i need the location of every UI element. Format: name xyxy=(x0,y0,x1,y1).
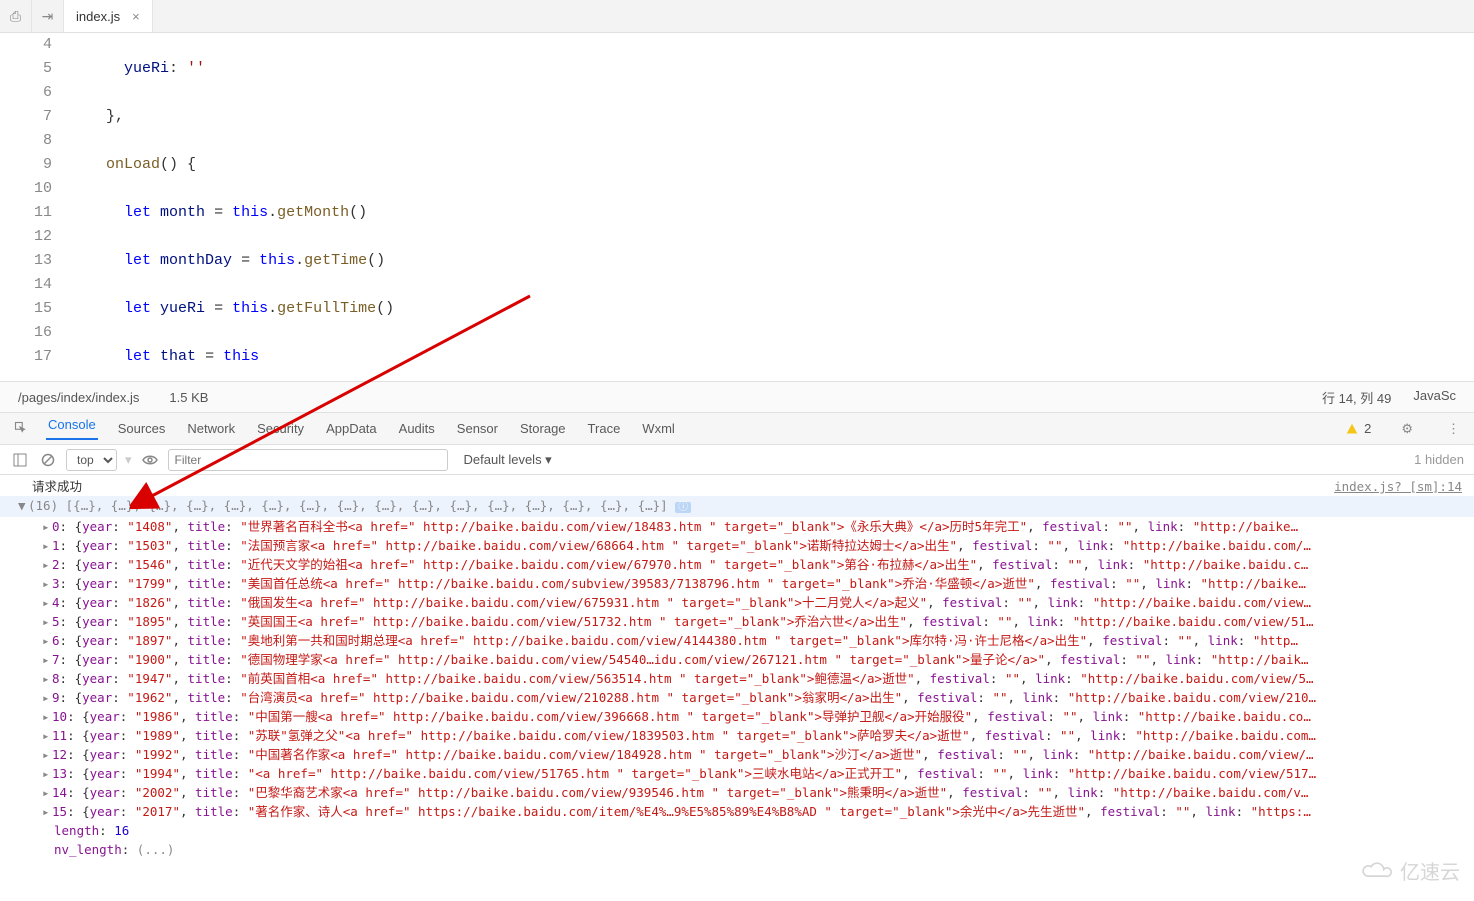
console-source-link[interactable]: index.js? [sm]:14 xyxy=(1334,477,1462,496)
live-expression-icon[interactable] xyxy=(140,450,160,470)
levels-select[interactable]: Default levels ▾ xyxy=(464,452,552,468)
code-content[interactable]: yueRi: '' }, onLoad() { let month = this… xyxy=(70,33,1474,381)
close-icon[interactable]: × xyxy=(132,9,140,24)
console-array-item[interactable]: ▸15: {year: "2017", title: "著名作家、诗人<a hr… xyxy=(0,802,1474,821)
console-array-header[interactable]: ▼(16) [{…}, {…}, {…}, {…}, {…}, {…}, {…}… xyxy=(0,496,1474,517)
console-array-item[interactable]: ▸1: {year: "1503", title: "法国预言家<a href=… xyxy=(0,536,1474,555)
console-array-item[interactable]: ▸6: {year: "1897", title: "奥地利第一共和国时期总理<… xyxy=(0,631,1474,650)
console-length: length: 16 xyxy=(0,821,1474,840)
console-toolbar: top ▾ Default levels ▾ 1 hidden xyxy=(0,445,1474,475)
filter-input[interactable] xyxy=(168,449,448,471)
editor-status-bar: /pages/index/index.js 1.5 KB 行 14, 列 49 … xyxy=(0,381,1474,413)
file-tab-title: index.js xyxy=(76,9,120,24)
warning-count[interactable]: 2 xyxy=(1346,421,1373,436)
console-array-item[interactable]: ▸7: {year: "1900", title: "德国物理学家<a href… xyxy=(0,650,1474,669)
console-output[interactable]: index.js? [sm]:14 请求成功 ▼(16) [{…}, {…}, … xyxy=(0,475,1474,901)
tab-forward-icon[interactable]: ⇥ xyxy=(32,0,64,32)
tab-console[interactable]: Console xyxy=(46,417,98,440)
console-array-item[interactable]: ▸8: {year: "1947", title: "前英国首相<a href=… xyxy=(0,669,1474,688)
console-log-line: index.js? [sm]:14 请求成功 xyxy=(0,477,1474,496)
console-array-item[interactable]: ▸0: {year: "1408", title: "世界著名百科全书<a hr… xyxy=(0,517,1474,536)
console-array-item[interactable]: ▸4: {year: "1826", title: "俄国发生<a href="… xyxy=(0,593,1474,612)
file-path: /pages/index/index.js xyxy=(18,390,139,405)
settings-icon[interactable]: ⚙ xyxy=(1399,421,1415,437)
panel-hide-icon[interactable]: ⎙ xyxy=(0,0,32,32)
console-array-item[interactable]: ▸12: {year: "1992", title: "中国著名作家<a hre… xyxy=(0,745,1474,764)
element-picker-icon[interactable] xyxy=(12,421,28,436)
console-array-item[interactable]: ▸14: {year: "2002", title: "巴黎华裔艺术家<a hr… xyxy=(0,783,1474,802)
tab-sensor[interactable]: Sensor xyxy=(455,421,500,436)
console-array-item[interactable]: ▸9: {year: "1962", title: "台湾演员<a href="… xyxy=(0,688,1474,707)
clear-console-icon[interactable] xyxy=(38,450,58,470)
tab-audits[interactable]: Audits xyxy=(397,421,437,436)
language-mode: JavaSc xyxy=(1413,388,1456,407)
console-array-item[interactable]: ▸2: {year: "1546", title: "近代天文学的始祖<a hr… xyxy=(0,555,1474,574)
tab-sources[interactable]: Sources xyxy=(116,421,168,436)
tab-storage[interactable]: Storage xyxy=(518,421,568,436)
toggle-sidebar-icon[interactable] xyxy=(10,450,30,470)
file-tab-bar: ⎙ ⇥ index.js × xyxy=(0,0,1474,33)
console-array-item[interactable]: ▸5: {year: "1895", title: "英国国王<a href="… xyxy=(0,612,1474,631)
file-size: 1.5 KB xyxy=(169,390,208,405)
tab-security[interactable]: Security xyxy=(255,421,306,436)
cursor-position: 行 14, 列 49 xyxy=(1322,388,1391,407)
devtools-tab-bar: Console Sources Network Security AppData… xyxy=(0,413,1474,445)
watermark: 亿速云 xyxy=(1360,856,1460,885)
console-array-item[interactable]: ▸10: {year: "1986", title: "中国第一艘<a href… xyxy=(0,707,1474,726)
hidden-count: 1 hidden xyxy=(1414,452,1464,467)
console-array-item[interactable]: ▸13: {year: "1994", title: "<a href=" ht… xyxy=(0,764,1474,783)
tab-network[interactable]: Network xyxy=(185,421,237,436)
line-gutter: 45678910 11121314151617 xyxy=(0,33,70,381)
tab-wxml[interactable]: Wxml xyxy=(640,421,677,436)
file-tab-indexjs[interactable]: index.js × xyxy=(64,0,153,32)
context-select[interactable]: top xyxy=(66,449,117,471)
console-nvlength: nv_length: (...) xyxy=(0,840,1474,859)
code-editor[interactable]: 45678910 11121314151617 yueRi: '' }, onL… xyxy=(0,33,1474,381)
console-array-item[interactable]: ▸3: {year: "1799", title: "美国首任总统<a href… xyxy=(0,574,1474,593)
tab-appdata[interactable]: AppData xyxy=(324,421,379,436)
more-icon[interactable]: ⋮ xyxy=(1445,421,1462,437)
tab-trace[interactable]: Trace xyxy=(586,421,623,436)
console-array-item[interactable]: ▸11: {year: "1989", title: "苏联"氢弹之父"<a h… xyxy=(0,726,1474,745)
